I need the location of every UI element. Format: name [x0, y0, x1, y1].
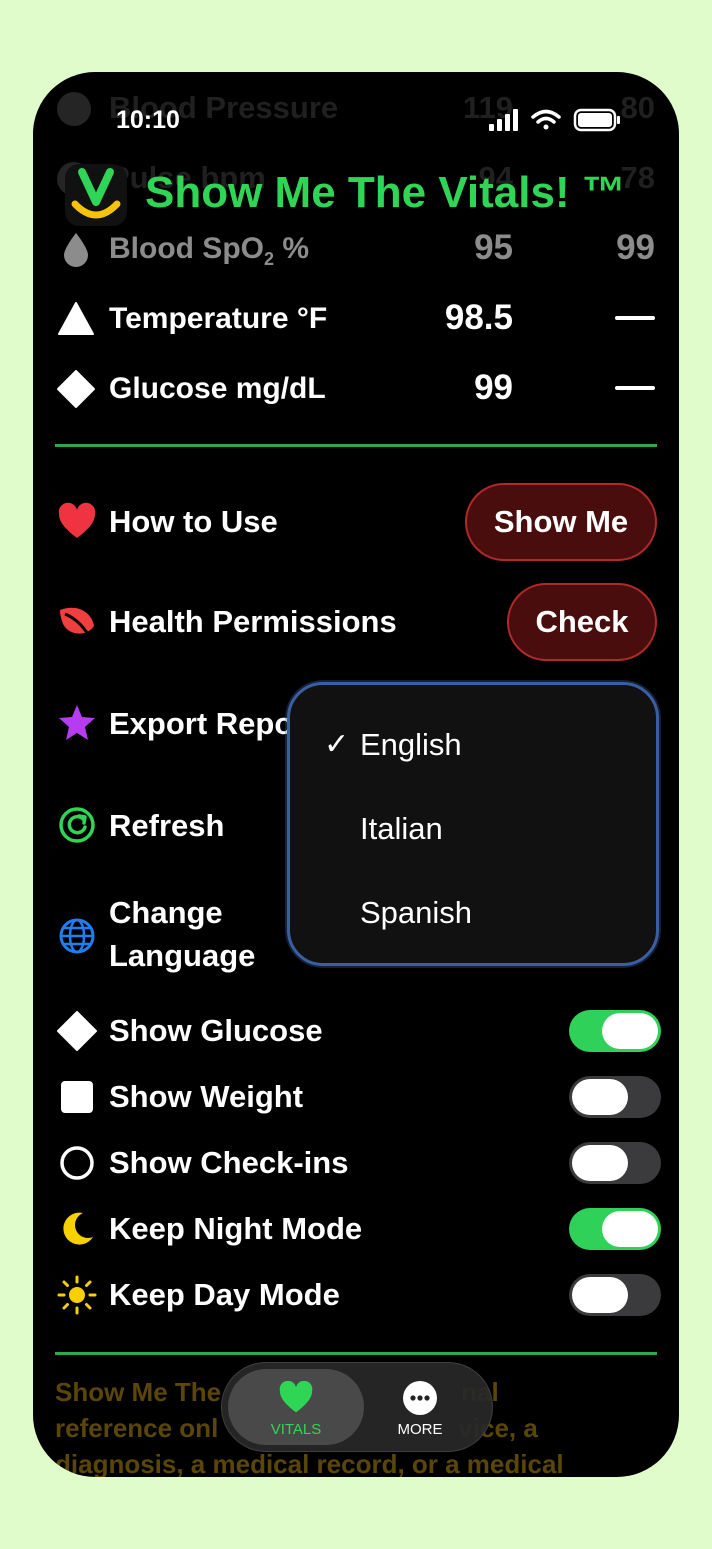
- drop-icon: [64, 233, 88, 267]
- vital-label: Glucose mg/dL: [109, 372, 326, 405]
- disclaimer-fragment: reference onl: [55, 1413, 219, 1443]
- toggle-knob: [602, 1013, 658, 1049]
- toggle-label: Keep Night Mode: [109, 1211, 363, 1246]
- vital-row-spo2: Blood SpO2 % 95 99: [57, 224, 655, 272]
- disclaimer-fragment: Show Me The: [55, 1377, 222, 1407]
- diamond-icon: [57, 1011, 97, 1051]
- globe-icon: [59, 918, 95, 954]
- toggle-label: Show Glucose: [109, 1013, 323, 1048]
- wifi-icon: [531, 109, 561, 130]
- setting-label: Refresh: [109, 808, 225, 843]
- vital-value: 95: [474, 228, 513, 267]
- status-time: 10:10: [116, 106, 180, 134]
- check-button[interactable]: Check: [507, 583, 657, 661]
- row-show-weight: Show Weight: [57, 1072, 661, 1122]
- tab-more[interactable]: MORE: [352, 1369, 488, 1445]
- toggle-knob: [572, 1079, 628, 1115]
- triangle-icon: [58, 302, 94, 335]
- setting-label: Health Permissions: [109, 604, 397, 639]
- toggle-knob: [572, 1145, 628, 1181]
- row-show-checkins: Show Check-ins: [57, 1138, 661, 1188]
- vital-value-secondary: 99: [616, 228, 655, 267]
- vital-value: 98.5: [444, 298, 513, 337]
- row-show-glucose: Show Glucose: [57, 1006, 661, 1056]
- setting-label: Export Repo: [109, 706, 294, 741]
- row-health-permissions: Health Permissions Check: [57, 582, 657, 662]
- setting-label: How to Use: [109, 504, 278, 539]
- heart-icon: [279, 1381, 313, 1413]
- ghost-value: 80: [620, 90, 655, 125]
- tab-label: MORE: [397, 1421, 443, 1438]
- app-logo-icon: [65, 164, 127, 226]
- vital-value: 99: [474, 368, 513, 407]
- setting-label: Language: [109, 938, 256, 973]
- empty-value-dash: [615, 316, 655, 320]
- vital-row-glucose: Glucose mg/dL 99: [57, 364, 655, 412]
- empty-value-dash: [615, 386, 655, 390]
- language-option-italian[interactable]: Italian: [360, 811, 443, 847]
- vital-label-unit: %: [274, 232, 310, 265]
- toggle-label: Keep Day Mode: [109, 1277, 340, 1312]
- circle-icon: [60, 1146, 94, 1180]
- toggle-label: Show Weight: [109, 1079, 304, 1114]
- tab-label: VITALS: [270, 1421, 322, 1438]
- setting-label: Change: [109, 895, 223, 930]
- square-icon: [61, 1081, 93, 1113]
- section-divider: [55, 1352, 657, 1355]
- keep-night-mode-toggle[interactable]: [569, 1208, 661, 1250]
- tab-vitals[interactable]: VITALS: [228, 1369, 364, 1445]
- row-keep-day-mode: Keep Day Mode: [57, 1270, 661, 1320]
- heart-icon: [58, 502, 96, 538]
- show-glucose-toggle[interactable]: [569, 1010, 661, 1052]
- vital-row-temperature: Temperature °F 98.5: [57, 294, 655, 342]
- phone-screen: Blood Pressure 119 80 Pulse bpm 94 78 10…: [33, 72, 679, 1477]
- language-menu: ✓ English Italian Spanish: [287, 682, 659, 966]
- vital-label-subscript: 2: [263, 249, 274, 269]
- toggle-label: Show Check-ins: [109, 1145, 349, 1180]
- status-icons: [489, 108, 620, 132]
- signal-icon: [489, 109, 518, 131]
- app-header: Show Me The Vitals! ™: [65, 162, 665, 226]
- show-me-button[interactable]: Show Me: [465, 483, 657, 561]
- battery-icon: [573, 108, 620, 132]
- language-option-english[interactable]: English: [360, 727, 462, 763]
- row-keep-night-mode: Keep Night Mode: [57, 1204, 661, 1254]
- toggle-knob: [602, 1211, 658, 1247]
- vital-label-main: Blood SpO: [109, 232, 264, 265]
- tab-bar: VITALS MORE: [221, 1362, 493, 1452]
- diamond-icon: [57, 370, 95, 408]
- show-checkins-toggle[interactable]: [569, 1142, 661, 1184]
- app-title: Show Me The Vitals! ™: [145, 168, 626, 217]
- more-icon: [403, 1381, 437, 1415]
- toggle-knob: [572, 1277, 628, 1313]
- vital-label: Temperature °F: [109, 302, 328, 335]
- language-option-spanish[interactable]: Spanish: [360, 895, 472, 931]
- checkmark-icon: ✓: [324, 728, 350, 761]
- sun-icon: [57, 1275, 97, 1315]
- keep-day-mode-toggle[interactable]: [569, 1274, 661, 1316]
- heart-icon: [57, 92, 91, 126]
- vital-label: Blood SpO2 %: [109, 232, 309, 270]
- leaf-icon: [60, 607, 94, 637]
- moon-icon: [63, 1212, 93, 1245]
- show-weight-toggle[interactable]: [569, 1076, 661, 1118]
- refresh-icon: [59, 807, 95, 843]
- star-icon: [59, 705, 95, 740]
- row-how-to-use: How to Use Show Me: [57, 482, 657, 562]
- section-divider: [55, 444, 657, 447]
